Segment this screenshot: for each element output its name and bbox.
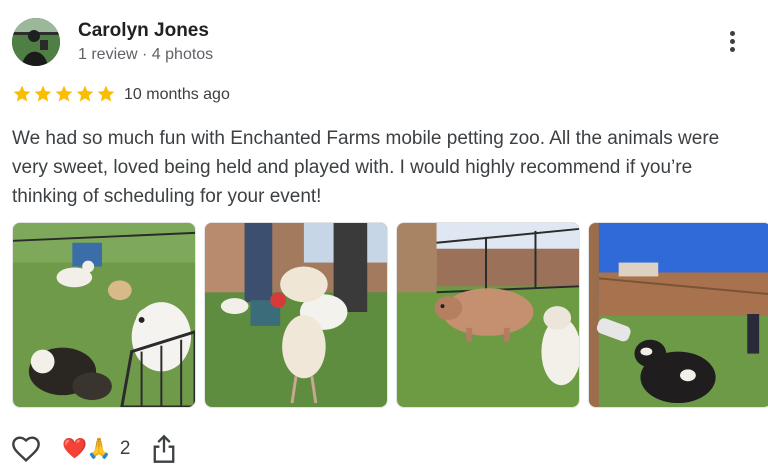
review-photo-2[interactable] <box>204 222 388 408</box>
review-date: 10 months ago <box>124 86 230 103</box>
star-icon <box>55 85 73 102</box>
heart-outline-icon[interactable] <box>10 433 42 465</box>
avatar[interactable] <box>12 18 60 66</box>
reactions[interactable]: ❤️🙏 2 <box>62 437 130 461</box>
share-icon[interactable] <box>150 434 178 464</box>
reviewer-name[interactable]: Carolyn Jones <box>78 20 209 42</box>
review-text: We had so much fun with Enchanted Farms … <box>12 128 720 207</box>
star-icon <box>13 85 31 102</box>
reviewer-meta: 1 review · 4 photos <box>78 46 214 63</box>
star-icon <box>76 85 94 102</box>
review-photo-1[interactable] <box>12 222 196 408</box>
goat-bottle-feeding-photo <box>589 223 768 407</box>
star-rating <box>12 84 116 104</box>
silkie-chicken-photo <box>205 223 387 407</box>
star-icon <box>97 85 115 102</box>
pig-photo <box>397 223 579 407</box>
review-photo-4[interactable] <box>588 222 768 408</box>
avatar-image <box>12 18 60 66</box>
reaction-emojis: ❤️🙏 <box>62 438 112 460</box>
reaction-count: 2 <box>119 438 131 459</box>
review-photo-3[interactable] <box>396 222 580 408</box>
goats-chickens-photo <box>13 223 195 407</box>
star-icon <box>34 85 52 102</box>
photo-strip <box>12 222 768 408</box>
more-vert-icon[interactable] <box>718 28 746 62</box>
review-actions: ❤️🙏 2 <box>10 432 178 466</box>
